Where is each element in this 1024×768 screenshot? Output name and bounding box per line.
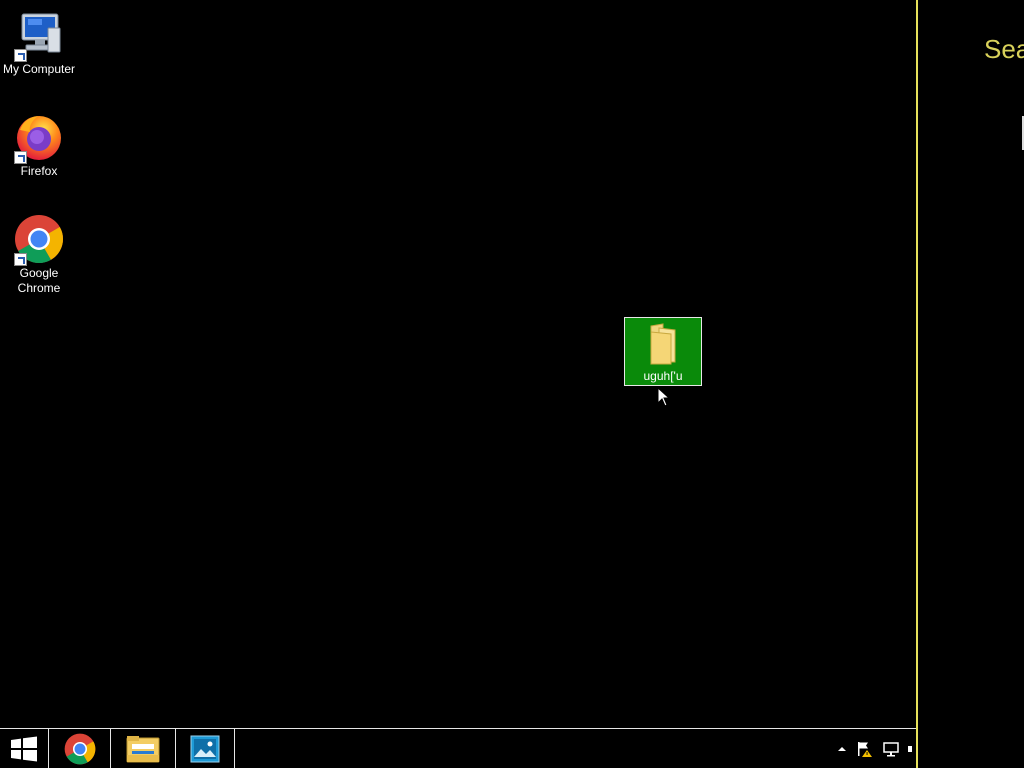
folder-label: uguh['u (643, 369, 683, 383)
desktop-icon-google-chrome[interactable]: Google Chrome (0, 214, 78, 296)
start-button[interactable] (0, 729, 49, 768)
chrome-icon (64, 733, 95, 764)
mouse-cursor-icon (657, 387, 671, 407)
taskbar-chrome-button[interactable] (49, 729, 111, 768)
search-charm-panel: Sea (916, 0, 1024, 768)
taskbar-image-viewer-button[interactable] (176, 729, 235, 768)
desktop-icon-firefox[interactable]: Firefox (0, 112, 78, 179)
desktop[interactable]: My Computer Firefox Google Chrome uguh['… (0, 0, 916, 728)
desktop-icon-label: My Computer (2, 62, 76, 76)
desktop-folder-selected[interactable]: uguh['u (624, 317, 702, 386)
firefox-icon (14, 112, 64, 164)
folder-icon (643, 322, 683, 369)
desktop-icon-label: Firefox (20, 164, 58, 178)
my-computer-icon (14, 10, 64, 62)
network-icon[interactable] (882, 740, 900, 758)
system-tray (836, 729, 916, 768)
image-viewer-icon (190, 735, 220, 762)
action-center-flag-icon[interactable] (856, 740, 874, 758)
desktop-icon-my-computer[interactable]: My Computer (0, 10, 78, 77)
charm-title: Sea (984, 34, 1024, 64)
file-explorer-icon (126, 735, 160, 762)
taskbar-file-explorer-button[interactable] (111, 729, 176, 768)
desktop-icon-label: Google Chrome (17, 266, 61, 295)
show-hidden-icons-chevron-icon[interactable] (836, 743, 848, 755)
taskbar (0, 728, 916, 768)
google-chrome-icon (14, 214, 64, 266)
volume-icon[interactable] (908, 740, 914, 758)
windows-start-icon (11, 736, 37, 761)
